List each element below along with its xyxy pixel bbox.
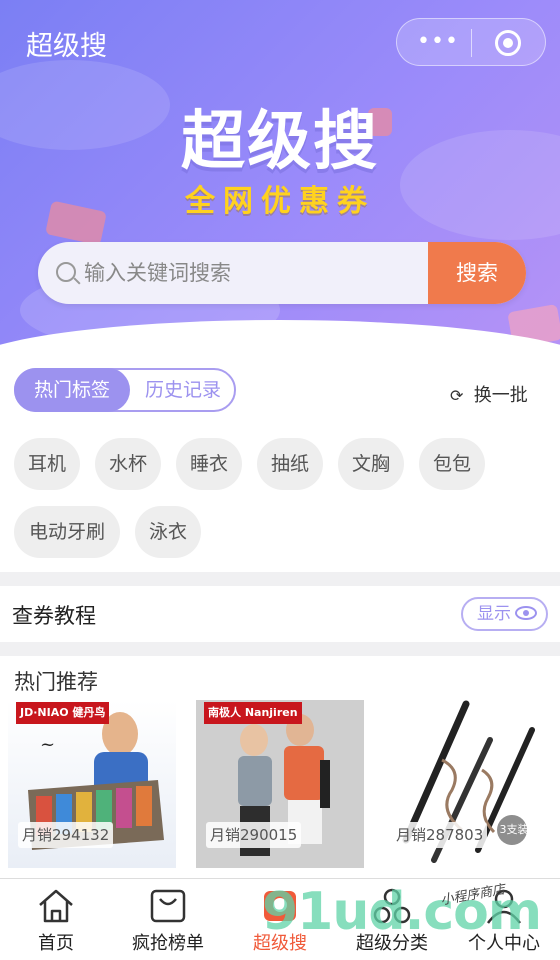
- banner-title: 超级搜: [181, 105, 379, 179]
- tab-history[interactable]: 历史记录: [130, 370, 236, 410]
- refresh-button[interactable]: ⟳ 换一批: [450, 381, 528, 407]
- tag-chip[interactable]: 电动牙刷: [14, 506, 120, 558]
- refresh-label: 换一批: [473, 385, 528, 406]
- eye-icon: [515, 606, 537, 620]
- product-card[interactable]: ~ JD·NIAO 健丹鸟 月销294132: [8, 700, 176, 868]
- search-button[interactable]: 搜索: [428, 242, 526, 304]
- coupon-guide-row: 查券教程 显示: [0, 586, 560, 642]
- show-label: 显示: [477, 604, 511, 624]
- tag-toggle: 热门标签 历史记录: [14, 368, 236, 412]
- recommend-label: 热门推荐: [14, 670, 98, 694]
- guide-label: 查券教程: [12, 604, 96, 628]
- tab-label: 首页: [38, 933, 74, 954]
- tab-label: 疯抢榜单: [132, 933, 204, 954]
- tab-home[interactable]: 首页: [0, 879, 112, 960]
- show-guide-button[interactable]: 显示: [461, 597, 548, 631]
- monthly-sales: 月销290015: [206, 822, 302, 848]
- svg-text:~: ~: [40, 734, 55, 755]
- refresh-icon: ⟳: [450, 386, 464, 405]
- tag-chip[interactable]: 泳衣: [135, 506, 201, 558]
- brand-logo: JD·NIAO 健丹鸟: [16, 702, 110, 724]
- tag-chip[interactable]: 睡衣: [176, 438, 242, 490]
- home-icon: [39, 889, 73, 923]
- app-title: 超级搜: [26, 31, 107, 62]
- tab-rush-ranking[interactable]: 疯抢榜单: [112, 879, 224, 960]
- monthly-sales: 月销287803: [392, 822, 488, 848]
- search-icon: [56, 262, 76, 282]
- tag-chip[interactable]: 包包: [419, 438, 485, 490]
- tag-chip[interactable]: 耳机: [14, 438, 80, 490]
- hot-recommend-section: 热门推荐 ~ JD·NIAO 健丹鸟 月销294132 南极人 Nanjiren…: [0, 656, 560, 878]
- search-input[interactable]: [84, 242, 424, 304]
- tag-chip[interactable]: 文胸: [338, 438, 404, 490]
- navigation-bar: 超级搜 •••: [0, 0, 560, 82]
- pack-badge: 3支装: [499, 823, 529, 836]
- tag-chip[interactable]: 抽纸: [257, 438, 323, 490]
- shopping-bag-icon: [150, 889, 186, 923]
- target-icon[interactable]: [495, 30, 521, 56]
- product-card[interactable]: 南极人 Nanjiren 月销290015: [196, 700, 364, 868]
- tags-panel: 热门标签 历史记录 ⟳ 换一批 耳机 水杯 睡衣 抽纸 文胸 包包 电动牙刷 泳…: [0, 350, 560, 572]
- banner-subtitle: 全网优惠券: [185, 184, 375, 219]
- search-box: 搜索: [38, 242, 526, 304]
- more-dots-icon[interactable]: •••: [417, 31, 459, 53]
- monthly-sales: 月销294132: [18, 822, 114, 848]
- tag-chip[interactable]: 水杯: [95, 438, 161, 490]
- tab-hot-tags[interactable]: 热门标签: [14, 368, 130, 412]
- product-card[interactable]: 3支装 月销287803: [382, 700, 550, 868]
- brand-logo: 南极人 Nanjiren: [204, 702, 302, 724]
- miniprogram-capsule: •••: [396, 18, 546, 66]
- capsule-divider: [471, 29, 472, 57]
